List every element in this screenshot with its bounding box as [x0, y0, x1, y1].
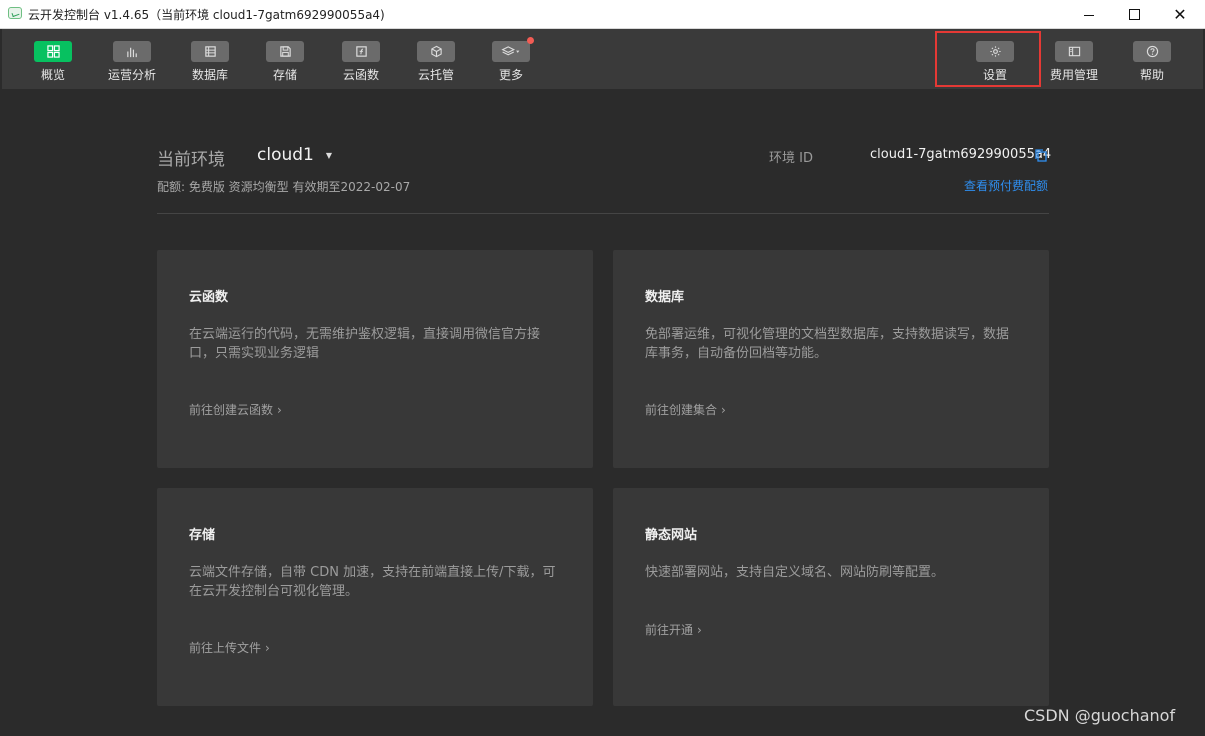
minimize-icon	[1084, 14, 1094, 16]
card-description: 云端文件存储，自带 CDN 加速，支持在前端直接上传/下载，可在云开发控制台可视…	[189, 565, 556, 599]
main-toolbar: 概览 运营分析 数据库 存储 云函数 云托管 更多 设置 费用管理 帮助	[2, 29, 1203, 89]
card-title: 静态网站	[645, 528, 698, 543]
divider	[157, 213, 1049, 214]
card-title: 云函数	[189, 290, 229, 305]
card-link-label: 前往上传文件	[189, 641, 262, 655]
tab-storage-label: 存储	[272, 68, 297, 82]
close-button[interactable]: ✕	[1157, 0, 1203, 28]
watermark: CSDN @guochanof	[1024, 706, 1176, 725]
card-cloud-functions: 云函数 在云端运行的代码，无需维护鉴权逻辑，直接调用微信官方接口，只需实现业务逻…	[157, 250, 593, 468]
save-icon	[266, 41, 304, 62]
tab-billing[interactable]: 费用管理	[1039, 41, 1109, 83]
activate-link[interactable]: 前往开通 ›	[645, 621, 702, 638]
help-icon	[1133, 41, 1171, 62]
tab-analytics[interactable]: 运营分析	[97, 41, 167, 83]
card-static-website: 静态网站 快速部署网站，支持自定义域名、网站防刷等配置。 前往开通 ›	[613, 488, 1049, 706]
create-collection-link[interactable]: 前往创建集合 ›	[645, 401, 726, 418]
chevron-right-icon: ›	[697, 623, 702, 637]
layers-icon	[492, 37, 534, 62]
env-id-value: cloud1-7gatm692990055a4	[870, 147, 1052, 162]
title-bar: 云开发控制台 v1.4.65（当前环境 cloud1-7gatm69299005…	[0, 0, 1205, 29]
minimize-button[interactable]	[1066, 0, 1112, 28]
card-storage: 存储 云端文件存储，自带 CDN 加速，支持在前端直接上传/下载，可在云开发控制…	[157, 488, 593, 706]
maximize-icon	[1128, 8, 1140, 20]
tab-cloud-hosting-label: 云托管	[417, 68, 454, 82]
card-title: 数据库	[645, 290, 685, 305]
prepaid-quota-link[interactable]: 查看预付费配额	[964, 177, 1048, 194]
env-label: 当前环境	[157, 150, 225, 170]
card-link-label: 前往创建集合	[645, 403, 718, 417]
notification-badge	[527, 37, 534, 44]
card-link-label: 前往开通	[645, 623, 694, 637]
card-description: 免部署运维，可视化管理的文档型数据库，支持数据读写，数据库事务，自动备份回档等功…	[645, 327, 1010, 361]
card-description: 在云端运行的代码，无需维护鉴权逻辑，直接调用微信官方接口，只需实现业务逻辑	[189, 327, 541, 361]
quota-text: 配额: 免费版 资源均衡型 有效期至2022-02-07	[157, 180, 411, 194]
tab-cloud-functions-label: 云函数	[342, 68, 379, 82]
tab-settings[interactable]: 设置	[960, 41, 1030, 83]
window-title: 云开发控制台 v1.4.65（当前环境 cloud1-7gatm69299005…	[28, 8, 385, 22]
chevron-right-icon: ›	[265, 641, 270, 655]
card-title: 存储	[189, 528, 216, 543]
tab-database-label: 数据库	[191, 68, 228, 82]
card-link-label: 前往创建云函数	[189, 403, 274, 417]
env-name: cloud1	[257, 145, 314, 165]
bar-chart-icon	[113, 41, 151, 62]
function-icon	[342, 41, 380, 62]
maximize-button[interactable]	[1111, 0, 1157, 28]
tab-storage[interactable]: 存储	[250, 41, 320, 83]
tab-more[interactable]: 更多	[476, 37, 546, 83]
env-selector[interactable]: cloud1 ▼	[257, 145, 332, 165]
close-icon: ✕	[1173, 4, 1187, 24]
app-logo-icon	[8, 7, 22, 19]
grid-icon	[34, 41, 72, 62]
chevron-right-icon: ›	[721, 403, 726, 417]
tab-help[interactable]: 帮助	[1117, 41, 1187, 83]
card-description: 快速部署网站，支持自定义域名、网站防刷等配置。	[645, 565, 945, 580]
main-content: 当前环境 cloud1 ▼ 环境 ID cloud1-7gatm69299005…	[2, 89, 1203, 736]
database-icon	[191, 41, 229, 62]
gear-icon	[976, 41, 1014, 62]
tab-database[interactable]: 数据库	[175, 41, 245, 83]
tab-cloud-hosting[interactable]: 云托管	[401, 41, 471, 83]
create-function-link[interactable]: 前往创建云函数 ›	[189, 401, 282, 418]
card-database: 数据库 免部署运维，可视化管理的文档型数据库，支持数据读写，数据库事务，自动备份…	[613, 250, 1049, 468]
tab-cloud-functions[interactable]: 云函数	[326, 41, 396, 83]
tab-billing-label: 费用管理	[1049, 68, 1098, 82]
tab-analytics-label: 运营分析	[107, 68, 156, 82]
cube-icon	[417, 41, 455, 62]
env-id-label: 环境 ID	[769, 151, 813, 166]
tab-more-label: 更多	[498, 68, 523, 82]
tab-overview[interactable]: 概览	[18, 41, 88, 83]
chevron-right-icon: ›	[277, 403, 282, 417]
panel-icon	[1055, 41, 1093, 62]
copy-icon[interactable]	[1035, 149, 1047, 162]
tab-help-label: 帮助	[1139, 68, 1164, 82]
caret-down-icon: ▼	[325, 150, 333, 160]
tab-settings-label: 设置	[982, 68, 1007, 82]
upload-file-link[interactable]: 前往上传文件 ›	[189, 639, 270, 656]
tab-overview-label: 概览	[40, 68, 65, 82]
